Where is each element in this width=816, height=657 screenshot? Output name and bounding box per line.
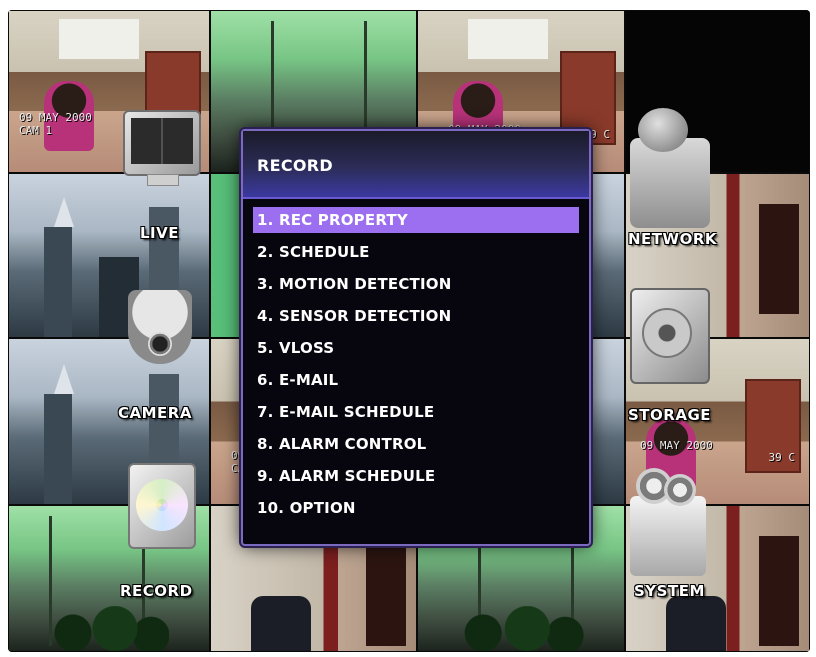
record-label[interactable]: RECORD (120, 582, 193, 600)
storage-label[interactable]: STORAGE (628, 406, 711, 424)
menu-item-motion-detection[interactable]: 3. MOTION DETECTION (253, 271, 579, 297)
menu-list: 1. REC PROPERTY 2. SCHEDULE 3. MOTION DE… (253, 207, 579, 527)
menu-item-rec-property[interactable]: 1. REC PROPERTY (253, 207, 579, 233)
menu-item-email-schedule[interactable]: 7. E-MAIL SCHEDULE (253, 399, 579, 425)
monitor-quad-icon[interactable] (123, 110, 201, 186)
menu-item-sensor-detection[interactable]: 4. SENSOR DETECTION (253, 303, 579, 329)
camera-osd-12: 09 MAY 2000 (640, 439, 713, 452)
ptz-camera-icon[interactable] (128, 290, 192, 364)
menu-item-schedule[interactable]: 2. SCHEDULE (253, 239, 579, 265)
menu-title: RECORD (257, 156, 333, 175)
menu-item-alarm-control[interactable]: 8. ALARM CONTROL (253, 431, 579, 457)
record-menu-panel: RECORD 1. REC PROPERTY 2. SCHEDULE 3. MO… (241, 129, 591, 546)
menu-header: RECORD (243, 131, 589, 199)
disc-drive-icon[interactable] (128, 463, 196, 549)
dvr-screen: 09 MAY 2000 CAM 1 09 MAY 2000 39 C (8, 10, 810, 652)
menu-item-vloss[interactable]: 5. VLOSS (253, 335, 579, 361)
camera-osd-1: 09 MAY 2000 CAM 1 (19, 111, 92, 137)
network-label[interactable]: NETWORK (628, 230, 717, 248)
live-label[interactable]: LIVE (140, 224, 179, 242)
menu-item-email[interactable]: 6. E-MAIL (253, 367, 579, 393)
gears-device-icon[interactable] (630, 468, 706, 576)
menu-item-alarm-schedule[interactable]: 9. ALARM SCHEDULE (253, 463, 579, 489)
network-device-icon[interactable] (630, 108, 710, 228)
system-label[interactable]: SYSTEM (634, 582, 705, 600)
camera-label[interactable]: CAMERA (118, 404, 192, 422)
menu-item-option[interactable]: 10. OPTION (253, 495, 579, 521)
hard-disk-icon[interactable] (630, 288, 710, 384)
